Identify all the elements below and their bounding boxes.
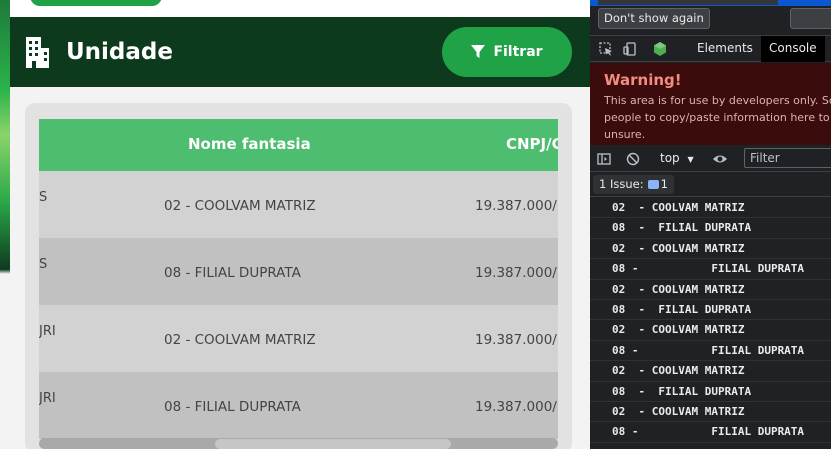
extension-icon[interactable] xyxy=(653,42,667,56)
background-glow xyxy=(0,0,10,449)
page-title: Unidade xyxy=(66,39,173,65)
scrollbar-thumb[interactable] xyxy=(215,439,451,449)
cell-nome: 08 - FILIAL DUPRATA xyxy=(164,265,301,281)
filter-funnel-icon xyxy=(471,45,486,58)
clear-console-icon[interactable] xyxy=(626,152,640,166)
filter-button[interactable]: Filtrar xyxy=(442,27,572,77)
column-header-cnpj[interactable]: CNPJ/C xyxy=(506,135,558,153)
console-toolbar: top ▼ Filter xyxy=(590,146,831,172)
console-log-line[interactable]: 02 - COOLVAM MATRIZ xyxy=(590,320,831,341)
app-panel: Unidade Filtrar Nome fantasia CNPJ/C S 0… xyxy=(0,0,590,449)
console-log-line[interactable]: 02 - COOLVAM MATRIZ xyxy=(590,402,831,423)
cell-nome: 02 - COOLVAM MATRIZ xyxy=(164,332,316,348)
cell-partial: JRI xyxy=(39,391,56,406)
console-log-line[interactable]: 08 - FILIAL DUPRATA xyxy=(590,300,831,321)
console-log-list: 02 - COOLVAM MATRIZ 08 - FILIAL DUPRATA … xyxy=(590,198,831,443)
issue-bubble-icon xyxy=(647,180,659,189)
console-log-line[interactable]: 08 - FILIAL DUPRATA xyxy=(590,382,831,402)
tab-elements[interactable]: Elements xyxy=(697,36,753,62)
column-header-nome-fantasia[interactable]: Nome fantasia xyxy=(188,135,311,153)
sidebar-toggle-icon[interactable] xyxy=(597,152,611,166)
top-pill-button[interactable] xyxy=(30,0,162,6)
cell-nome: 08 - FILIAL DUPRATA xyxy=(164,399,301,415)
eye-icon[interactable] xyxy=(712,152,728,166)
devtools-top-button[interactable] xyxy=(598,0,778,5)
warning-line: unsure. xyxy=(604,128,646,141)
console-log-line[interactable]: 08 - FILIAL DUPRATA xyxy=(590,341,831,362)
top-bar xyxy=(10,0,590,17)
console-log-line[interactable]: 08 - FILIAL DUPRATA xyxy=(590,259,831,280)
console-log-line[interactable]: 08 - FILIAL DUPRATA xyxy=(590,422,831,443)
console-log-line[interactable]: 02 - COOLVAM MATRIZ xyxy=(590,280,831,300)
devtools-tabbar: Elements Console xyxy=(590,35,831,62)
building-icon xyxy=(26,37,49,68)
issues-chip[interactable]: 1 Issue: 1 xyxy=(593,175,674,194)
cell-cnpj: 19.387.000/( xyxy=(475,399,558,415)
devtools-panel: Don't show again Elements Console Warnin… xyxy=(590,0,831,449)
dont-show-again-button[interactable]: Don't show again xyxy=(598,8,710,29)
filter-button-label: Filtrar xyxy=(493,44,543,60)
cell-partial: S xyxy=(39,257,48,272)
inspect-icon[interactable] xyxy=(599,42,613,56)
warning-title: Warning! xyxy=(604,71,682,89)
table-header: Nome fantasia CNPJ/C xyxy=(39,119,558,171)
warning-line: This area is for use by developers only.… xyxy=(604,94,831,107)
units-table: Nome fantasia CNPJ/C S 02 - COOLVAM MATR… xyxy=(39,119,558,439)
console-log-line[interactable]: 02 - COOLVAM MATRIZ xyxy=(590,198,831,219)
console-log-line[interactable]: 02 - COOLVAM MATRIZ xyxy=(590,239,831,260)
horizontal-scrollbar[interactable] xyxy=(39,438,558,449)
cell-cnpj: 19.387.000/( xyxy=(475,198,558,214)
warning-line: people to copy/paste information here to… xyxy=(604,111,831,124)
filter-placeholder: Filter xyxy=(750,151,780,165)
cell-cnpj: 19.387.000/( xyxy=(475,332,558,348)
issues-bar: 1 Issue: 1 xyxy=(590,172,831,197)
console-warning-banner: Warning! This area is for use by develop… xyxy=(590,63,831,145)
warning-text: This area is for use by developers only.… xyxy=(604,92,831,143)
cell-partial: S xyxy=(39,190,48,205)
issues-count: 1 xyxy=(660,177,668,191)
chevron-down-icon: ▼ xyxy=(687,155,694,164)
device-toggle-icon[interactable] xyxy=(623,42,637,56)
cell-partial: JRI xyxy=(39,324,56,339)
console-log-line[interactable]: 02 - COOLVAM MATRIZ xyxy=(590,361,831,382)
table-row[interactable]: JRI 08 - FILIAL DUPRATA 19.387.000/( xyxy=(39,372,558,439)
page-header: Unidade Filtrar xyxy=(10,17,590,87)
table-row[interactable]: JRI 02 - COOLVAM MATRIZ 19.387.000/( xyxy=(39,305,558,372)
issues-label: 1 Issue: xyxy=(599,177,644,191)
tab-console[interactable]: Console xyxy=(761,36,825,62)
table-row[interactable]: S 02 - COOLVAM MATRIZ 19.387.000/( xyxy=(39,171,558,238)
devtools-top-strip xyxy=(590,0,831,6)
context-selector[interactable]: top ▼ xyxy=(660,151,694,165)
console-log-line[interactable]: 08 - FILIAL DUPRATA xyxy=(590,218,831,239)
cell-cnpj: 19.387.000/( xyxy=(475,265,558,281)
console-filter-input[interactable]: Filter xyxy=(744,148,831,168)
table-row[interactable]: S 08 - FILIAL DUPRATA 19.387.000/( xyxy=(39,238,558,305)
context-label: top xyxy=(660,151,680,165)
devtools-secondary-button[interactable] xyxy=(790,8,831,29)
cell-nome: 02 - COOLVAM MATRIZ xyxy=(164,198,316,214)
